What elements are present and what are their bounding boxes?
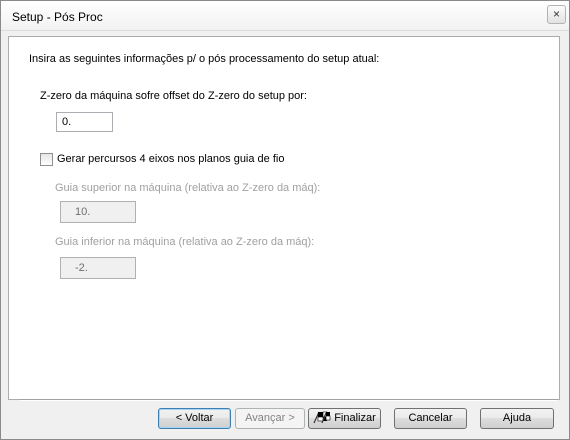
lower-guide-input[interactable] [60, 257, 136, 279]
upper-guide-input[interactable] [60, 201, 136, 223]
finish-button[interactable]: Finalizar [308, 408, 381, 429]
offset-input[interactable] [56, 112, 113, 132]
four-axis-checkbox[interactable] [40, 153, 53, 166]
intro-text: Insira as seguintes informações p/ o pós… [29, 53, 380, 65]
cancel-button-label: Cancelar [408, 412, 453, 424]
next-button-label: Avançar > [245, 412, 295, 424]
cancel-button[interactable]: Cancelar [394, 408, 467, 429]
setup-dialog: Setup - Pós Proc × Insira as seguintes i… [0, 0, 570, 440]
four-axis-checkbox-label[interactable]: Gerar percursos 4 eixos nos planos guia … [57, 153, 284, 165]
content-panel: Insira as seguintes informações p/ o pós… [8, 36, 560, 400]
title-bar: Setup - Pós Proc × [1, 1, 569, 31]
finish-button-label: Finalizar [334, 412, 376, 424]
lower-guide-label: Guia inferior na máquina (relativa ao Z-… [55, 236, 315, 248]
offset-label: Z-zero da máquina sofre offset do Z-zero… [40, 90, 307, 102]
close-icon: × [552, 7, 560, 21]
help-button-label: Ajuda [502, 412, 532, 424]
next-button[interactable]: Avançar > [235, 408, 305, 429]
close-button[interactable]: × [547, 5, 566, 24]
window-title: Setup - Pós Proc [12, 10, 103, 24]
button-separator [20, 399, 557, 401]
checkered-flag-icon [313, 411, 331, 424]
help-button[interactable]: Ajuda [480, 408, 554, 429]
back-button[interactable]: < Voltar [158, 408, 231, 429]
upper-guide-label: Guia superior na máquina (relativa ao Z-… [55, 182, 321, 194]
back-button-label: < Voltar [175, 412, 214, 424]
